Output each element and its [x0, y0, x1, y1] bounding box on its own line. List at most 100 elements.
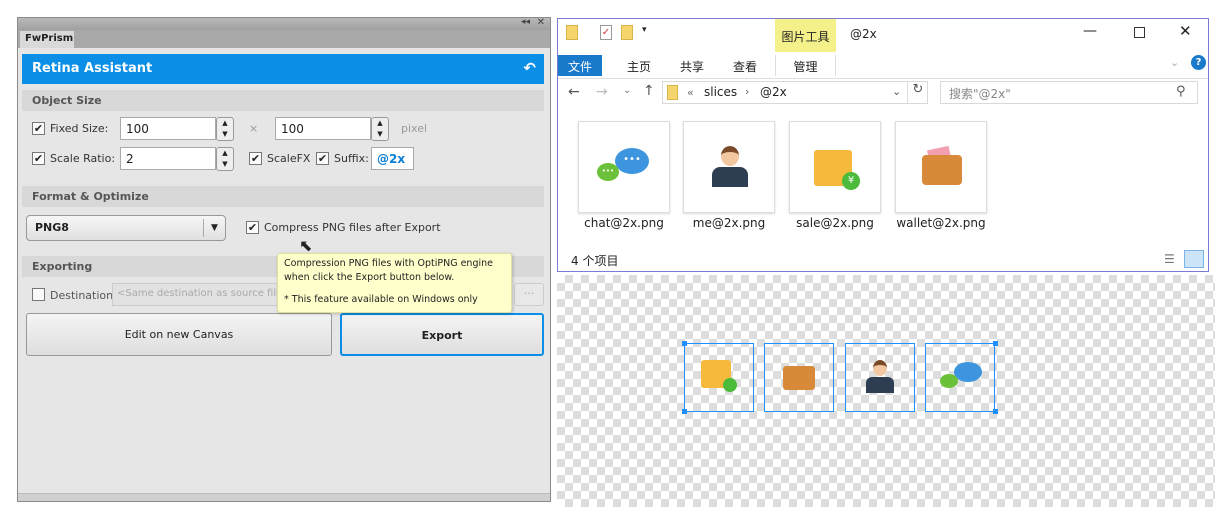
back-arrow-icon[interactable]: ←	[568, 84, 580, 100]
file-explorer-window: ✓ ▾ 图片工具 @2x — ✕ 文件 主页 共享 查看 管理 ⌄ ? ← → …	[557, 18, 1209, 272]
file-thumbnail-sale[interactable]: ¥	[789, 121, 881, 213]
details-view-icon[interactable]: ☰	[1164, 252, 1175, 266]
height-stepper[interactable]: ▲ ▼	[371, 117, 389, 141]
wallet-icon	[783, 366, 815, 390]
chevron-down-icon: ▼	[203, 219, 225, 237]
browse-button[interactable]: ...	[514, 283, 544, 306]
search-input[interactable]: 搜索"@2x"	[940, 81, 1198, 104]
yen-badge-icon	[723, 378, 737, 392]
format-select[interactable]: PNG8 ▼	[26, 215, 226, 241]
back-icon[interactable]: ↶	[523, 59, 536, 77]
folder-icon	[667, 85, 678, 100]
canvas-slice-me[interactable]	[845, 343, 915, 412]
file-name[interactable]: sale@2x.png	[775, 216, 895, 230]
height-input[interactable]: 100	[275, 117, 371, 140]
tooltip-note: * This feature available on Windows only	[284, 294, 478, 305]
edit-on-new-canvas-button[interactable]: Edit on new Canvas	[26, 313, 332, 356]
destination-checkbox[interactable]	[32, 288, 45, 301]
ribbon-tab-view[interactable]: 查看	[720, 55, 770, 76]
properties-icon[interactable]: ✓	[600, 25, 612, 40]
export-button[interactable]: Export	[340, 313, 544, 356]
canvas-slice-wallet[interactable]	[764, 343, 834, 412]
person-head-icon	[873, 360, 887, 376]
window-title: @2x	[850, 27, 877, 41]
chat-bubble-icon: •••	[597, 163, 619, 181]
folder-icon	[566, 25, 578, 40]
file-name[interactable]: wallet@2x.png	[881, 216, 1001, 230]
suffix-checkbox[interactable]: ✔	[316, 152, 329, 165]
format-value: PNG8	[35, 221, 69, 234]
close-icon[interactable]: ✕	[537, 17, 545, 28]
canvas-slice-chat[interactable]	[925, 343, 995, 412]
tooltip: Compression PNG files with OptiPNG engin…	[277, 253, 512, 313]
page-title: Retina Assistant	[32, 61, 153, 76]
tab-fwprism[interactable]: FwPrism	[20, 31, 74, 48]
help-icon[interactable]: ?	[1191, 55, 1206, 70]
breadcrumb-separator-icon: ›	[745, 85, 750, 98]
new-folder-icon[interactable]	[621, 25, 633, 40]
suffix-label: Suffix:	[334, 152, 369, 165]
minimize-button[interactable]: —	[1083, 23, 1097, 39]
recent-dropdown-icon[interactable]: ⌄	[623, 85, 631, 96]
collapse-icon[interactable]: ◂◂	[521, 17, 530, 27]
chat-icon	[954, 362, 982, 382]
refresh-icon[interactable]: ↻	[907, 82, 928, 103]
person-head-icon	[721, 146, 739, 166]
file-thumbnail-chat[interactable]: ••• •••	[578, 121, 670, 213]
section-object-size: Object Size	[22, 90, 544, 111]
panel-tabs: FwPrism	[18, 30, 550, 48]
yen-badge-icon: ¥	[842, 172, 860, 190]
person-body-icon	[712, 167, 748, 187]
address-dropdown-icon[interactable]: ⌄	[892, 85, 901, 98]
maximize-button[interactable]	[1134, 27, 1145, 38]
panel-header: Retina Assistant ↶	[22, 54, 544, 84]
ribbon-tab-share[interactable]: 共享	[667, 55, 717, 76]
wallet-icon	[922, 155, 962, 185]
ribbon-tab-home[interactable]: 主页	[614, 55, 664, 76]
scalefx-checkbox[interactable]: ✔	[249, 152, 262, 165]
person-body-icon	[866, 377, 894, 393]
panel-titlebar: ◂◂ ✕	[18, 17, 550, 30]
file-name[interactable]: me@2x.png	[669, 216, 789, 230]
up-arrow-icon[interactable]: ↑	[643, 83, 655, 99]
search-icon: ⚲	[1176, 84, 1186, 99]
panel-resize-bar[interactable]	[18, 493, 550, 501]
quick-access-dropdown-icon[interactable]: ▾	[642, 25, 647, 35]
file-thumbnail-me[interactable]	[683, 121, 775, 213]
scale-ratio-checkbox[interactable]: ✔	[32, 152, 45, 165]
fixed-size-label: Fixed Size:	[50, 122, 109, 135]
breadcrumb-slices[interactable]: slices	[704, 85, 737, 99]
ribbon-tab-manage[interactable]: 管理	[775, 55, 836, 76]
scale-ratio-stepper[interactable]: ▲ ▼	[216, 147, 234, 171]
chat-bubble-icon	[940, 374, 958, 388]
expand-ribbon-icon[interactable]: ⌄	[1170, 56, 1179, 69]
breadcrumb-current[interactable]: @2x	[760, 85, 787, 99]
fixed-size-checkbox[interactable]: ✔	[32, 122, 45, 135]
scale-ratio-input[interactable]: 2	[120, 147, 216, 170]
times-sign: ×	[249, 122, 259, 135]
compress-checkbox[interactable]: ✔	[246, 221, 259, 234]
file-name[interactable]: chat@2x.png	[564, 216, 684, 230]
ribbon-divider	[558, 78, 1208, 79]
chat-icon: •••	[615, 148, 649, 174]
ribbon-tab-file[interactable]: 文件	[558, 55, 602, 76]
width-stepper[interactable]: ▲ ▼	[216, 117, 234, 141]
breadcrumb-overflow[interactable]: «	[687, 86, 694, 99]
unit-label: pixel	[401, 122, 428, 135]
canvas-slice-sale[interactable]	[684, 343, 754, 412]
destination-label: Destination:	[50, 289, 117, 302]
tooltip-line: Compression PNG files with OptiPNG engin…	[284, 258, 493, 269]
address-bar[interactable]: « slices › @2x ⌄ ↻	[662, 81, 928, 104]
scale-ratio-label: Scale Ratio:	[50, 152, 116, 165]
compress-label: Compress PNG files after Export	[264, 221, 441, 234]
picture-tools-tab[interactable]: 图片工具	[775, 19, 836, 52]
width-input[interactable]: 100	[120, 117, 216, 140]
file-thumbnail-wallet[interactable]	[895, 121, 987, 213]
suffix-input[interactable]: @2x	[371, 147, 414, 170]
scalefx-label: ScaleFX	[267, 152, 311, 165]
status-item-count: 4 个项目	[571, 254, 619, 268]
close-button[interactable]: ✕	[1179, 22, 1192, 40]
section-format: Format & Optimize	[22, 186, 544, 207]
large-icons-view-icon[interactable]	[1184, 250, 1204, 268]
forward-arrow-icon[interactable]: →	[596, 84, 608, 100]
